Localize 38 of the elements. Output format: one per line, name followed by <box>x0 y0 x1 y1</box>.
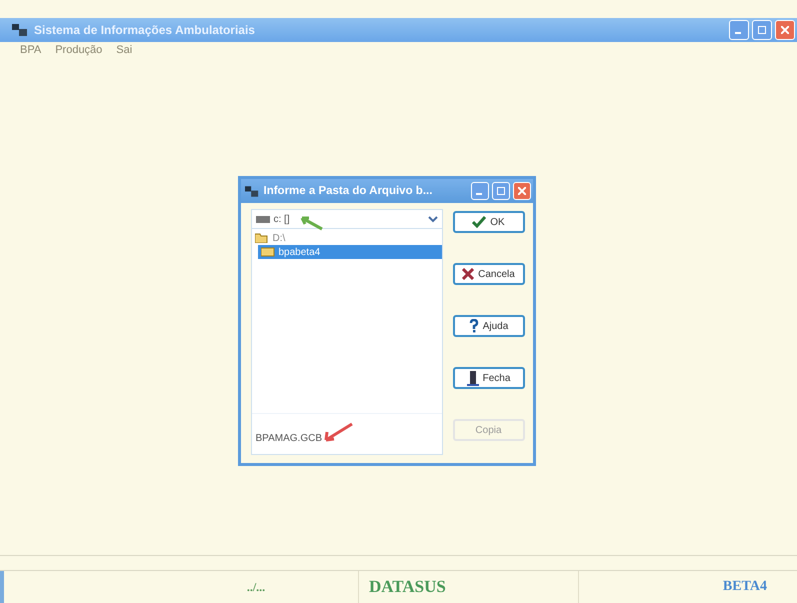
folder-item[interactable]: D:\ <box>252 231 442 245</box>
arrow-annotation-icon <box>322 422 354 444</box>
arrow-annotation-icon <box>298 215 324 231</box>
file-name: BPAMAG.GCB <box>256 433 322 444</box>
minimize-button[interactable] <box>729 20 749 40</box>
window-title: Sistema de Informações Ambulatoriais <box>34 23 255 37</box>
cross-icon <box>462 268 474 280</box>
close-icon <box>518 187 526 195</box>
drive-dropdown[interactable]: c: [] <box>252 210 442 229</box>
status-text: DATASUS <box>359 571 579 603</box>
open-folder-icon <box>254 233 268 243</box>
menu-item[interactable]: Produção <box>55 44 102 56</box>
app-icon <box>244 186 258 196</box>
dialog-button[interactable]: Ajuda <box>452 315 524 337</box>
status-text: ../... <box>154 571 359 603</box>
drive-icon <box>256 216 270 222</box>
close-button[interactable] <box>775 20 795 40</box>
caret-icon <box>428 215 438 223</box>
folder-item[interactable]: bpabeta4 <box>258 245 442 259</box>
close-icon <box>781 26 789 34</box>
door-icon <box>466 370 479 386</box>
menu-item[interactable]: BPA <box>20 44 42 56</box>
minimize-button[interactable] <box>470 182 488 200</box>
dialog-title: Informe a Pasta do Arquivo b... <box>264 185 432 197</box>
folder-icon <box>260 247 274 257</box>
close-button[interactable] <box>512 182 530 200</box>
question-icon <box>468 319 479 333</box>
check-icon <box>472 216 486 228</box>
maximize-icon <box>496 187 504 195</box>
dialog-button[interactable]: OK <box>452 211 524 233</box>
dialog-button[interactable]: Cancela <box>452 263 524 285</box>
status-text: BETA4 <box>722 578 768 596</box>
maximize-button[interactable] <box>752 20 772 40</box>
dialog-button[interactable]: Fecha <box>452 367 524 389</box>
menu-item[interactable]: Sai <box>116 44 132 56</box>
maximize-icon <box>758 26 766 34</box>
app-icon <box>12 24 28 36</box>
maximize-button[interactable] <box>492 182 510 200</box>
